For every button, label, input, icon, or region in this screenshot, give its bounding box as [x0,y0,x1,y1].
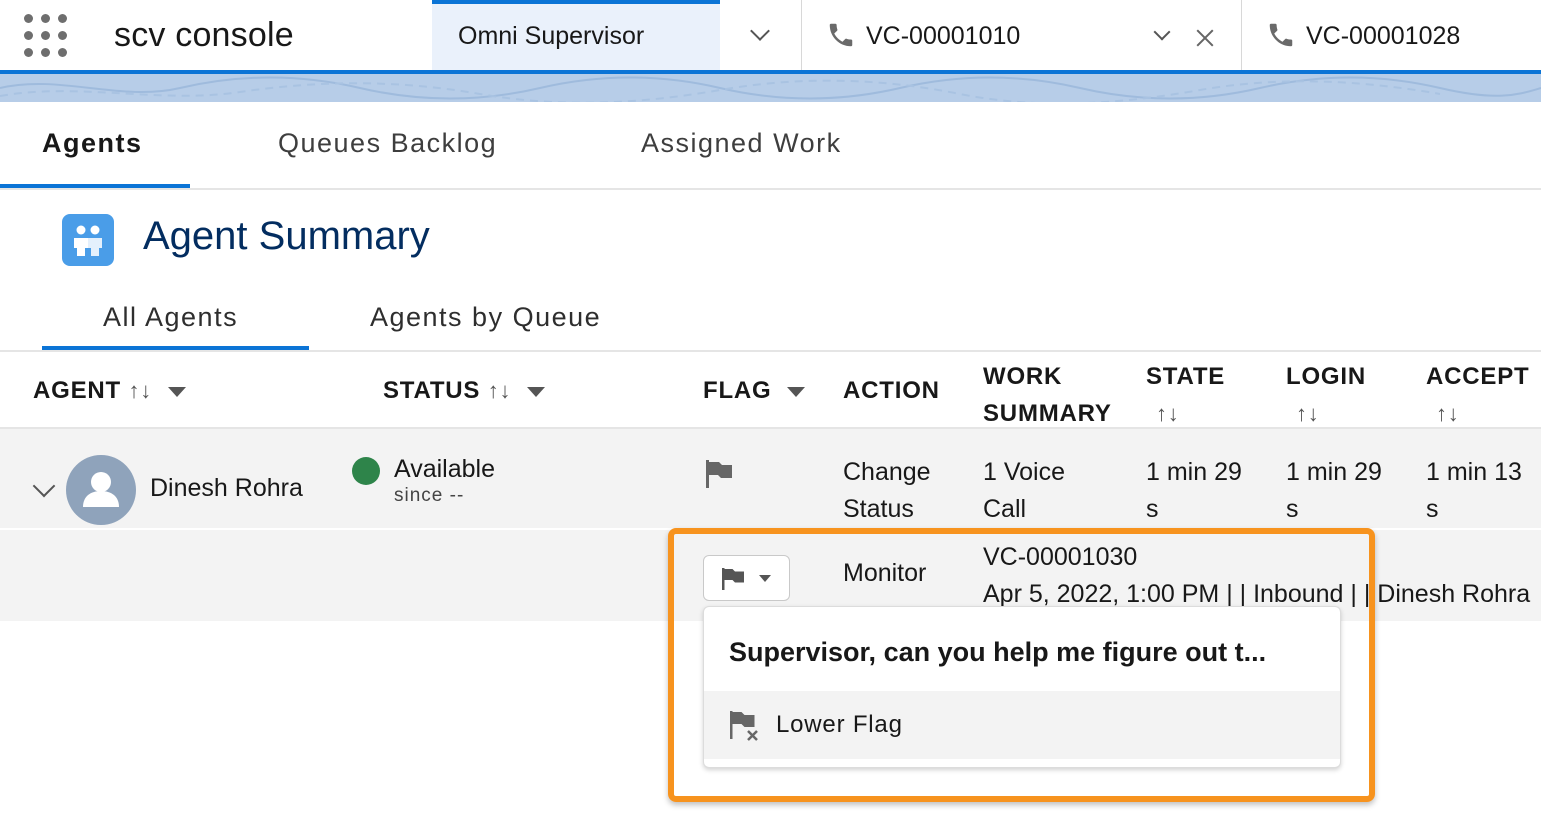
chevron-down-icon[interactable] [787,386,805,397]
tab-label: Omni Supervisor [458,22,645,50]
chevron-down-icon[interactable] [167,386,186,397]
status-available-icon [352,457,380,485]
agent-name-link[interactable]: Dinesh Rohra [150,470,303,507]
column-header-status[interactable]: STATUS ↑↓ [383,377,545,405]
avatar [66,455,136,525]
header-label: STATUS [383,377,481,404]
tab-label: VC-00001010 [866,22,1021,50]
sort-icon[interactable]: ↑↓ [128,378,152,403]
work-summary: 1 Voice Call [983,454,1065,528]
divider [0,350,1541,352]
header-label: WORK [983,363,1063,390]
column-header-agent[interactable]: AGENT ↑↓ [33,377,186,405]
state-duration: 1 min 29 s [1146,454,1242,528]
flag-icon [706,460,732,488]
link-label: Change [843,458,931,486]
header-label: ACCEPT [1426,363,1530,390]
work-summary-text: 1 Voice [983,458,1066,486]
active-tab-indicator [0,184,190,188]
duration-text: s [1146,495,1159,523]
agent-summary-icon [62,214,114,266]
header-label: AGENT [33,377,121,404]
chevron-down-icon[interactable] [1153,23,1171,41]
chevron-down-icon [750,21,770,41]
main-tabs: Agents Queues Backlog Assigned Work [0,102,1541,190]
status-since: since -- [394,485,465,506]
header-label: LOGIN [1286,363,1366,390]
column-header-work-summary: WORK SUMMARY [983,358,1112,432]
tab-vc-00001028[interactable]: VC-00001028 [1242,0,1541,70]
phone-icon [829,23,853,47]
agent-status: Available [394,455,496,483]
app-launcher-icon[interactable] [24,14,68,58]
column-header-login[interactable]: LOGIN ↑↓ [1286,358,1366,432]
duration-text: s [1426,495,1439,523]
tab-omni-supervisor[interactable]: Omni Supervisor [432,0,720,70]
accept-duration: 1 min 13 s [1426,454,1522,528]
global-header: scv console Omni Supervisor VC-00001010 … [0,0,1541,74]
tab-agents[interactable]: Agents [42,128,143,159]
tab-queues-backlog[interactable]: Queues Backlog [278,128,497,159]
duration-text: 1 min 29 [1146,458,1242,486]
column-header-action: ACTION [843,377,940,404]
duration-text: s [1286,495,1299,523]
tab-vc-00001010[interactable]: VC-00001010 [802,0,1242,70]
header-label: FLAG [703,377,772,404]
column-header-flag[interactable]: FLAG [703,377,805,405]
column-header-state[interactable]: STATE ↑↓ [1146,358,1225,432]
work-summary-text: Call [983,495,1027,523]
highlight-box [668,528,1375,802]
close-icon[interactable] [1194,27,1216,49]
chevron-down-icon[interactable] [526,386,545,397]
sort-icon[interactable]: ↑↓ [488,378,512,403]
change-status-link[interactable]: Change Status [843,454,931,528]
page-title: Agent Summary [143,214,430,258]
duration-text: 1 min 29 [1286,458,1382,486]
duration-text: 1 min 13 [1426,458,1522,486]
header-label: STATE [1146,363,1226,390]
tab-label: VC-00001028 [1306,22,1461,50]
tab-menu-button[interactable] [720,0,802,70]
app-name: scv console [114,16,294,54]
decorative-banner [0,74,1541,102]
tab-all-agents[interactable]: All Agents [103,302,238,333]
tab-assigned-work[interactable]: Assigned Work [641,128,842,159]
column-header-accept[interactable]: ACCEPT ↑↓ [1426,358,1529,432]
tab-agents-by-queue[interactable]: Agents by Queue [370,302,601,333]
login-duration: 1 min 29 s [1286,454,1382,528]
link-label: Status [843,495,914,523]
phone-icon [1269,23,1293,47]
